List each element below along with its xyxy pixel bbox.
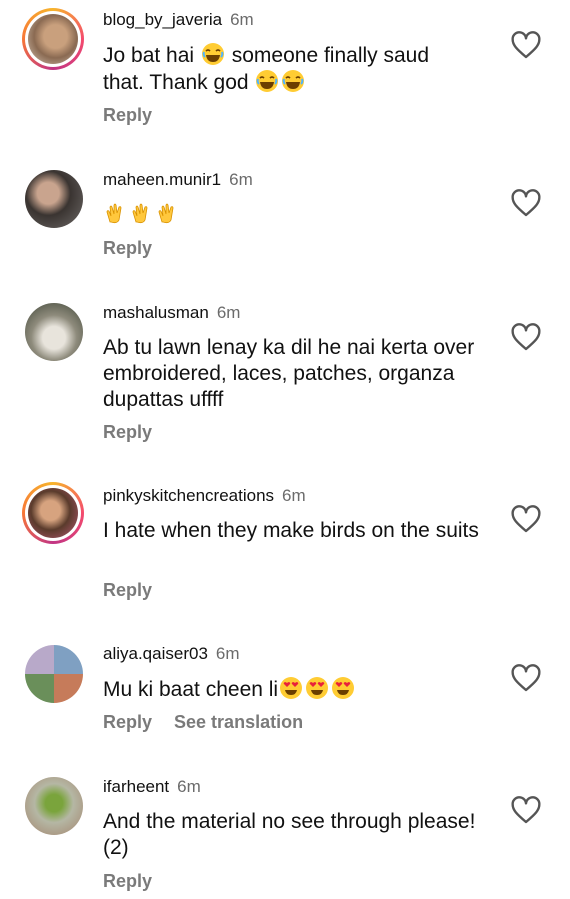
comment-item: aliya.qaiser03 6m Mu ki baat cheen li Rep… — [0, 636, 570, 769]
avatar[interactable] — [25, 303, 83, 361]
timestamp: 6m — [215, 644, 240, 663]
comment-item: pinkyskitchencreations 6m I hate when the… — [0, 478, 570, 636]
comment-text: And the material no see through please! … — [103, 810, 476, 859]
comment-actions: Reply — [103, 105, 152, 126]
timestamp: 6m — [230, 10, 254, 29]
avatar[interactable] — [25, 170, 83, 228]
avatar[interactable] — [25, 777, 83, 835]
reply-button[interactable]: Reply — [103, 422, 152, 442]
comment-text-part: Jo bat hai — [103, 44, 200, 67]
reply-button[interactable]: Reply — [103, 238, 152, 258]
comment-meta: aliya.qaiser03 6m — [103, 644, 240, 664]
comment-actions: Reply — [103, 871, 152, 892]
clapping-hands-emoji-icon — [132, 203, 148, 224]
heart-outline-icon[interactable] — [510, 30, 542, 60]
comment-text: Mu ki baat cheen li — [103, 676, 493, 703]
comment-text-part: Mu ki baat cheen li — [103, 678, 279, 701]
clapping-hands-emoji-icon — [158, 203, 174, 224]
avatar[interactable] — [25, 645, 83, 703]
comment-meta: ifarheent 6m — [103, 777, 201, 797]
reply-button[interactable]: Reply — [103, 871, 152, 891]
heart-eyes-emoji-icon — [332, 677, 355, 699]
comment-actions: Reply — [103, 238, 152, 259]
heart-outline-icon[interactable] — [510, 322, 542, 352]
clapping-hands-emoji-icon — [106, 203, 122, 224]
username[interactable]: pinkyskitchencreations — [103, 486, 274, 505]
comment-text: I hate when they make birds on the suits — [103, 519, 479, 542]
username[interactable]: maheen.munir1 — [103, 170, 221, 189]
comment-meta: mashalusman 6m — [103, 303, 240, 323]
comment-item: blog_by_javeria 6m Jo bat hai someone fin… — [0, 0, 570, 160]
comment-item: mashalusman 6m Ab tu lawn lenay ka dil he… — [0, 295, 570, 478]
comment-meta: maheen.munir1 6m — [103, 170, 253, 190]
username[interactable]: aliya.qaiser03 — [103, 644, 208, 663]
heart-outline-icon[interactable] — [510, 188, 542, 218]
username[interactable]: blog_by_javeria — [103, 10, 222, 29]
comment-text: Jo bat hai someone finally saud that. Th… — [103, 42, 493, 96]
laughing-emoji-icon — [282, 70, 305, 92]
heart-eyes-emoji-icon — [306, 677, 329, 699]
username[interactable]: mashalusman — [103, 303, 209, 322]
timestamp: 6m — [177, 777, 201, 796]
comment-item: maheen.munir1 6m Reply — [0, 160, 570, 295]
comment-text — [103, 202, 493, 229]
heart-outline-icon[interactable] — [510, 795, 542, 825]
see-translation-button[interactable]: See translation — [174, 712, 303, 732]
timestamp: 6m — [282, 486, 306, 505]
timestamp: 6m — [229, 170, 253, 189]
laughing-emoji-icon — [201, 43, 224, 65]
username[interactable]: ifarheent — [103, 777, 169, 796]
heart-eyes-emoji-icon — [280, 677, 303, 699]
heart-outline-icon[interactable] — [510, 663, 542, 693]
laughing-emoji-icon — [256, 70, 279, 92]
comment-meta: pinkyskitchencreations 6m — [103, 486, 306, 506]
reply-button[interactable]: Reply — [103, 580, 152, 600]
comment-actions: Reply — [103, 580, 152, 601]
comment-text-part: someone finally saud — [225, 44, 430, 67]
heart-outline-icon[interactable] — [510, 504, 542, 534]
comment-text: Ab tu lawn lenay ka dil he nai kerta ove… — [103, 336, 475, 411]
avatar[interactable] — [22, 8, 84, 70]
comment-actions: Reply — [103, 422, 152, 443]
comment-item: ifarheent 6m And the material no see thro… — [0, 769, 570, 899]
reply-button[interactable]: Reply — [103, 105, 152, 125]
avatar[interactable] — [22, 482, 84, 544]
comment-text-part: that. Thank god — [103, 71, 255, 94]
timestamp: 6m — [216, 303, 241, 322]
reply-button[interactable]: Reply — [103, 712, 152, 732]
comment-meta: blog_by_javeria 6m — [103, 10, 254, 30]
comment-actions: Reply See translation — [103, 712, 303, 733]
